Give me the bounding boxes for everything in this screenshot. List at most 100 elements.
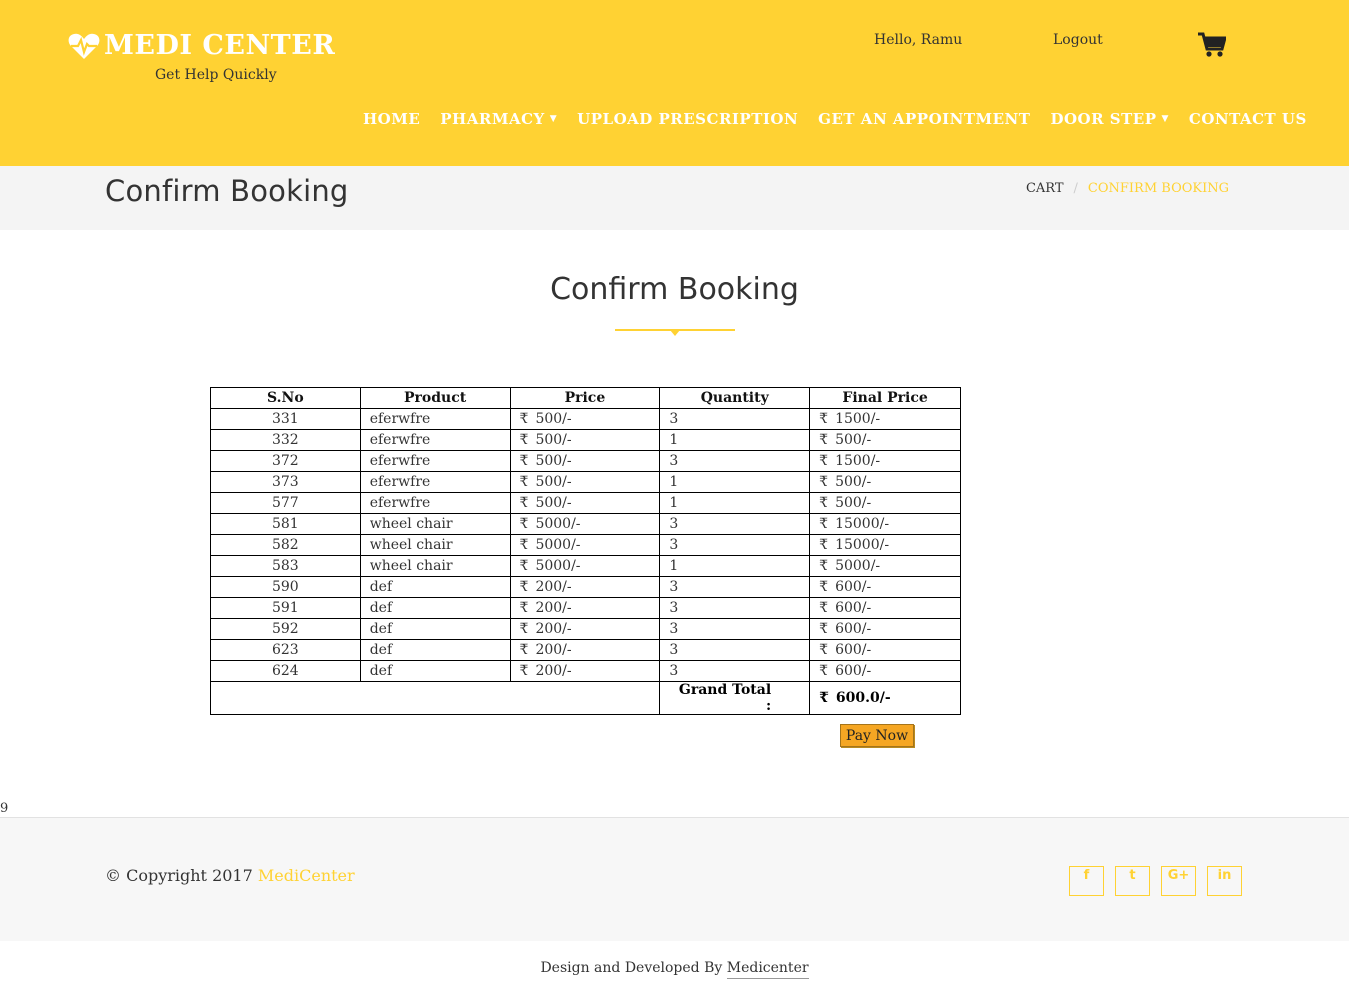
cell-price-value: 5000/- — [535, 516, 581, 532]
booking-table: S.No Product Price Quantity Final Price … — [209, 387, 961, 715]
cell-final-price: ₹600/- — [809, 576, 961, 598]
table-row: 582 wheel chair ₹5000/- 3 ₹15000/- — [210, 534, 961, 556]
cell-quantity: 3 — [659, 660, 811, 682]
logo[interactable]: MEDI CENTER — [68, 30, 335, 61]
logout-link[interactable]: Logout — [1053, 32, 1103, 48]
cell-product: def — [359, 597, 511, 619]
table-row: 592 def ₹200/- 3 ₹600/- — [210, 618, 961, 640]
cell-quantity: 1 — [659, 555, 811, 577]
twitter-icon[interactable]: t — [1115, 866, 1150, 896]
cell-quantity: 3 — [659, 408, 811, 430]
user-greeting: Hello, Ramu — [874, 32, 963, 48]
cell-price: ₹200/- — [509, 576, 661, 598]
copyright-text: © Copyright 2017 — [105, 866, 253, 885]
tagline: Get Help Quickly — [155, 67, 277, 83]
nav-upload-label: UPLOAD PRESCRIPTION — [577, 110, 799, 128]
rupee-icon: ₹ — [519, 453, 529, 469]
brand-name: MEDI CENTER — [104, 30, 336, 61]
cell-final-price-value: 600/- — [835, 600, 872, 616]
rupee-icon: ₹ — [819, 453, 829, 469]
grand-total-value: ₹600.0/- — [809, 681, 961, 715]
nav-contact-us[interactable]: CONTACT US — [1189, 110, 1307, 128]
nav-door-step[interactable]: DOOR STEP ▼ — [1050, 110, 1168, 128]
chevron-down-icon: ▼ — [549, 114, 558, 124]
rupee-icon: ₹ — [519, 600, 529, 616]
shopping-cart-icon[interactable] — [1198, 32, 1226, 58]
section-title: Confirm Booking — [550, 272, 799, 307]
main-nav: HOME PHARMACY ▼ UPLOAD PRESCRIPTION GET A… — [363, 110, 1327, 128]
cell-sno: 623 — [210, 639, 361, 661]
rupee-icon: ₹ — [519, 537, 529, 553]
table-row: 591 def ₹200/- 3 ₹600/- — [210, 597, 961, 619]
table-row: 373 eferwfre ₹500/- 1 ₹500/- — [210, 471, 961, 493]
column-header-quantity: Quantity — [659, 387, 811, 409]
nav-upload-prescription[interactable]: UPLOAD PRESCRIPTION — [577, 110, 798, 128]
cell-product: def — [359, 576, 511, 598]
cell-price: ₹500/- — [509, 492, 661, 514]
google-plus-icon[interactable]: G+ — [1161, 866, 1196, 896]
cell-final-price-value: 1500/- — [835, 453, 881, 469]
cell-price-value: 200/- — [535, 579, 572, 595]
cell-final-price-value: 500/- — [835, 474, 872, 490]
cell-sno: 331 — [210, 408, 361, 430]
rupee-icon: ₹ — [819, 474, 829, 490]
cell-product: eferwfre — [359, 492, 511, 514]
cell-price-value: 200/- — [535, 600, 572, 616]
credits: Design and Developed By Medicenter — [0, 960, 1349, 979]
cell-price-value: 500/- — [535, 474, 572, 490]
rupee-icon: ₹ — [819, 600, 829, 616]
cell-product: wheel chair — [359, 555, 511, 577]
cell-price: ₹500/- — [509, 408, 661, 430]
nav-home[interactable]: HOME — [363, 110, 420, 128]
divider-arrow-icon — [670, 330, 680, 336]
cell-price: ₹200/- — [509, 639, 661, 661]
developer-link[interactable]: Medicenter — [726, 960, 809, 979]
rupee-icon: ₹ — [519, 579, 529, 595]
cell-quantity: 3 — [659, 513, 811, 535]
cell-final-price-value: 500/- — [835, 432, 872, 448]
cell-final-price: ₹600/- — [809, 639, 961, 661]
breadcrumb-cart[interactable]: CART — [1026, 181, 1064, 196]
cell-price-value: 500/- — [535, 432, 572, 448]
cell-quantity: 1 — [659, 471, 811, 493]
rupee-icon: ₹ — [819, 621, 829, 637]
rupee-icon: ₹ — [819, 642, 829, 658]
cell-product: eferwfre — [359, 450, 511, 472]
rupee-icon: ₹ — [519, 474, 529, 490]
cell-price: ₹200/- — [509, 597, 661, 619]
cell-sno: 591 — [210, 597, 361, 619]
grand-total-row: Grand Total : ₹600.0/- — [209, 681, 961, 715]
rupee-icon: ₹ — [819, 579, 829, 595]
breadcrumb-current: CONFIRM BOOKING — [1087, 181, 1229, 196]
cell-product: wheel chair — [359, 534, 511, 556]
rupee-icon: ₹ — [819, 411, 829, 427]
cell-sno: 624 — [210, 660, 361, 682]
copyright-brand-link[interactable]: MediCenter — [258, 866, 355, 885]
rupee-icon: ₹ — [519, 411, 529, 427]
cell-final-price-value: 500/- — [835, 495, 872, 511]
pay-now-button[interactable]: Pay Now — [840, 724, 914, 747]
cell-price: ₹200/- — [509, 618, 661, 640]
nav-doorstep-label: DOOR STEP — [1050, 110, 1157, 128]
cell-price: ₹5000/- — [509, 555, 661, 577]
copyright: © Copyright 2017 MediCenter — [105, 866, 355, 885]
rupee-icon: ₹ — [819, 558, 829, 574]
grand-total-spacer — [209, 681, 661, 715]
table-row: 577 eferwfre ₹500/- 1 ₹500/- — [210, 492, 961, 514]
grand-total-label: Grand Total : — [659, 681, 811, 715]
page-title: Confirm Booking — [105, 174, 349, 208]
cell-product: def — [359, 618, 511, 640]
cell-final-price: ₹500/- — [809, 471, 961, 493]
cell-quantity: 3 — [659, 618, 811, 640]
cell-price-value: 500/- — [535, 453, 572, 469]
linkedin-icon[interactable]: in — [1207, 866, 1242, 896]
cell-quantity: 1 — [659, 492, 811, 514]
nav-pharmacy[interactable]: PHARMACY ▼ — [440, 110, 557, 128]
facebook-icon[interactable]: f — [1069, 866, 1104, 896]
column-header-final-price: Final Price — [809, 387, 961, 409]
nav-get-appointment[interactable]: GET AN APPOINTMENT — [818, 110, 1030, 128]
nav-home-label: HOME — [363, 110, 421, 128]
footer: © Copyright 2017 MediCenter f t G+ in — [0, 818, 1349, 941]
cell-product: def — [359, 639, 511, 661]
column-header-price: Price — [509, 387, 661, 409]
